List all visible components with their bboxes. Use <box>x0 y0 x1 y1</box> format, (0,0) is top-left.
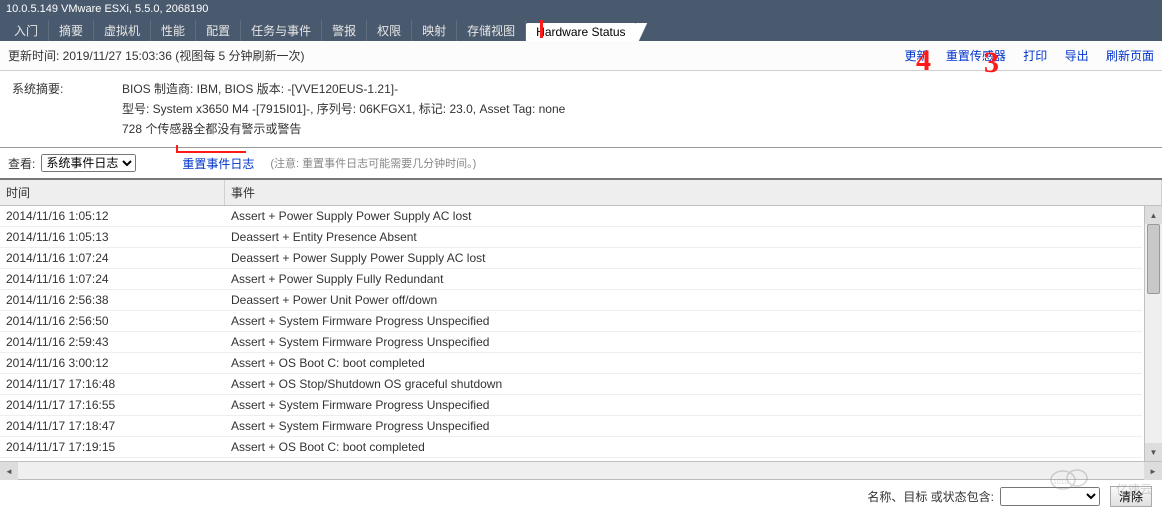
info-bar: 更新时间: 2019/11/27 15:03:36 (视图每 5 分钟刷新一次)… <box>0 41 1162 71</box>
cell-event: Assert + OS Boot C: boot completed <box>225 353 1142 373</box>
filter-row: 查看: 系统事件日志 重置事件日志 (注意: 重置事件日志可能需要几分钟时间。) <box>0 148 1162 180</box>
view-select[interactable]: 系统事件日志 <box>41 154 136 172</box>
tab-9[interactable]: 存储视图 <box>457 20 526 41</box>
col-header-event[interactable]: 事件 <box>225 180 1162 205</box>
view-label: 查看: <box>8 155 35 172</box>
cell-event: Assert + Power Supply Fully Redundant <box>225 269 1142 289</box>
tabs-bar: 入门摘要虚拟机性能配置任务与事件警报权限映射存储视图Hardware Statu… <box>0 18 1162 41</box>
event-grid: 时间 事件 2014/11/16 1:05:12Assert + Power S… <box>0 180 1162 480</box>
window-title-bar: 10.0.5.149 VMware ESXi, 5.5.0, 2068190 <box>0 0 1162 18</box>
grid-rows: 2014/11/16 1:05:12Assert + Power Supply … <box>0 206 1162 461</box>
refresh-link[interactable]: 更新 <box>905 49 929 63</box>
update-time-text: 更新时间: 2019/11/27 15:03:36 (视图每 5 分钟刷新一次) <box>8 47 305 64</box>
reset-log-note: (注意: 重置事件日志可能需要几分钟时间。) <box>270 155 476 171</box>
table-row[interactable]: 2014/11/16 1:07:24Assert + Power Supply … <box>0 269 1142 290</box>
tab-2[interactable]: 虚拟机 <box>94 20 151 41</box>
grid-header: 时间 事件 <box>0 180 1162 206</box>
cell-time: 2014/11/16 1:07:24 <box>0 248 225 268</box>
table-row[interactable]: 2014/11/17 17:19:15Assert + OS Boot C: b… <box>0 437 1142 458</box>
header-actions: 更新 重置传感器 打印 导出 刷新页面 <box>891 47 1154 64</box>
footer-bar: 名称、目标 或状态包含: 清除 <box>0 480 1162 512</box>
summary-line2: 型号: System x3650 M4 -[7915I01]-, 序列号: 06… <box>122 99 565 119</box>
cell-event: Deassert + Entity Presence Absent <box>225 227 1142 247</box>
tab-8[interactable]: 映射 <box>412 20 457 41</box>
cell-time: 2014/11/17 17:16:48 <box>0 374 225 394</box>
table-row[interactable]: 2014/11/17 17:16:48Assert + OS Stop/Shut… <box>0 374 1142 395</box>
system-summary: 系统摘要: BIOS 制造商: IBM, BIOS 版本: -[VVE120EU… <box>0 71 1162 148</box>
cell-time: 2014/11/16 1:05:13 <box>0 227 225 247</box>
table-row[interactable]: 2014/11/16 1:05:13Deassert + Entity Pres… <box>0 227 1142 248</box>
summary-label: 系统摘要: <box>12 79 122 99</box>
cell-time: 2014/11/16 3:00:12 <box>0 353 225 373</box>
table-row[interactable]: 2014/11/17 17:18:47Assert + System Firmw… <box>0 416 1142 437</box>
tab-3[interactable]: 性能 <box>151 20 196 41</box>
table-row[interactable]: 2014/11/16 1:07:24Deassert + Power Suppl… <box>0 248 1142 269</box>
cell-time: 2014/11/17 17:18:47 <box>0 416 225 436</box>
cell-event: Assert + System Firmware Progress Unspec… <box>225 416 1142 436</box>
cell-time: 2014/11/16 2:56:38 <box>0 290 225 310</box>
scroll-up-icon[interactable]: ▲ <box>1145 206 1162 224</box>
scroll-down-icon[interactable]: ▼ <box>1145 443 1162 461</box>
cell-time: 2014/11/16 2:59:43 <box>0 332 225 352</box>
red-marker-tab <box>540 20 543 38</box>
summary-line1: BIOS 制造商: IBM, BIOS 版本: -[VVE120EUS-1.21… <box>122 79 398 99</box>
table-row[interactable]: 2014/11/17 17:52:07Assert + OS Stop/Shut… <box>0 458 1142 461</box>
cell-time: 2014/11/17 17:16:55 <box>0 395 225 415</box>
tab-1[interactable]: 摘要 <box>49 20 94 41</box>
summary-line3: 728 个传感器全都没有警示或警告 <box>122 119 301 139</box>
cell-time: 2014/11/17 17:19:15 <box>0 437 225 457</box>
tab-6[interactable]: 警报 <box>322 20 367 41</box>
table-row[interactable]: 2014/11/16 2:56:38Deassert + Power Unit … <box>0 290 1142 311</box>
cell-event: Assert + System Firmware Progress Unspec… <box>225 395 1142 415</box>
annotation-underline-1 <box>176 145 246 153</box>
table-row[interactable]: 2014/11/16 2:59:43Assert + System Firmwa… <box>0 332 1142 353</box>
col-header-time[interactable]: 时间 <box>0 180 225 205</box>
scroll-right-icon[interactable]: ► <box>1144 462 1162 480</box>
cell-event: Assert + OS Stop/Shutdown OS graceful sh… <box>225 458 1142 461</box>
update-label: 更新时间: <box>8 49 63 63</box>
table-row[interactable]: 2014/11/16 2:56:50Assert + System Firmwa… <box>0 311 1142 332</box>
tab-5[interactable]: 任务与事件 <box>241 20 322 41</box>
export-link[interactable]: 导出 <box>1065 49 1089 63</box>
update-time-value: 2019/11/27 15:03:36 (视图每 5 分钟刷新一次) <box>63 49 305 63</box>
table-row[interactable]: 2014/11/16 1:05:12Assert + Power Supply … <box>0 206 1142 227</box>
cell-event: Assert + Power Supply Power Supply AC lo… <box>225 206 1142 226</box>
footer-filter-label: 名称、目标 或状态包含: <box>867 488 994 505</box>
cell-event: Assert + System Firmware Progress Unspec… <box>225 311 1142 331</box>
cell-event: Assert + System Firmware Progress Unspec… <box>225 332 1142 352</box>
reset-sensors-link[interactable]: 重置传感器 <box>946 49 1006 63</box>
cell-event: Deassert + Power Supply Power Supply AC … <box>225 248 1142 268</box>
print-link[interactable]: 打印 <box>1023 49 1047 63</box>
table-row[interactable]: 2014/11/16 3:00:12Assert + OS Boot C: bo… <box>0 353 1142 374</box>
horizontal-scrollbar[interactable]: ◄ ► <box>0 461 1162 479</box>
clear-button[interactable]: 清除 <box>1110 486 1152 507</box>
reset-log-link[interactable]: 重置事件日志 <box>182 155 254 172</box>
refresh-page-link[interactable]: 刷新页面 <box>1106 49 1154 63</box>
cell-event: Assert + OS Stop/Shutdown OS graceful sh… <box>225 374 1142 394</box>
tab-0[interactable]: 入门 <box>4 20 49 41</box>
scroll-left-icon[interactable]: ◄ <box>0 462 18 480</box>
vertical-scrollbar[interactable]: ▲ ▼ <box>1144 206 1162 461</box>
cell-time: 2014/11/16 1:05:12 <box>0 206 225 226</box>
table-row[interactable]: 2014/11/17 17:16:55Assert + System Firmw… <box>0 395 1142 416</box>
window-title: 10.0.5.149 VMware ESXi, 5.5.0, 2068190 <box>6 3 208 15</box>
cell-event: Assert + OS Boot C: boot completed <box>225 437 1142 457</box>
cell-time: 2014/11/16 2:56:50 <box>0 311 225 331</box>
footer-filter-select[interactable] <box>1000 487 1100 506</box>
scroll-thumb[interactable] <box>1147 224 1160 294</box>
cell-time: 2014/11/16 1:07:24 <box>0 269 225 289</box>
cell-event: Deassert + Power Unit Power off/down <box>225 290 1142 310</box>
tab-4[interactable]: 配置 <box>196 20 241 41</box>
cell-time: 2014/11/17 17:52:07 <box>0 458 225 461</box>
tab-7[interactable]: 权限 <box>367 20 412 41</box>
